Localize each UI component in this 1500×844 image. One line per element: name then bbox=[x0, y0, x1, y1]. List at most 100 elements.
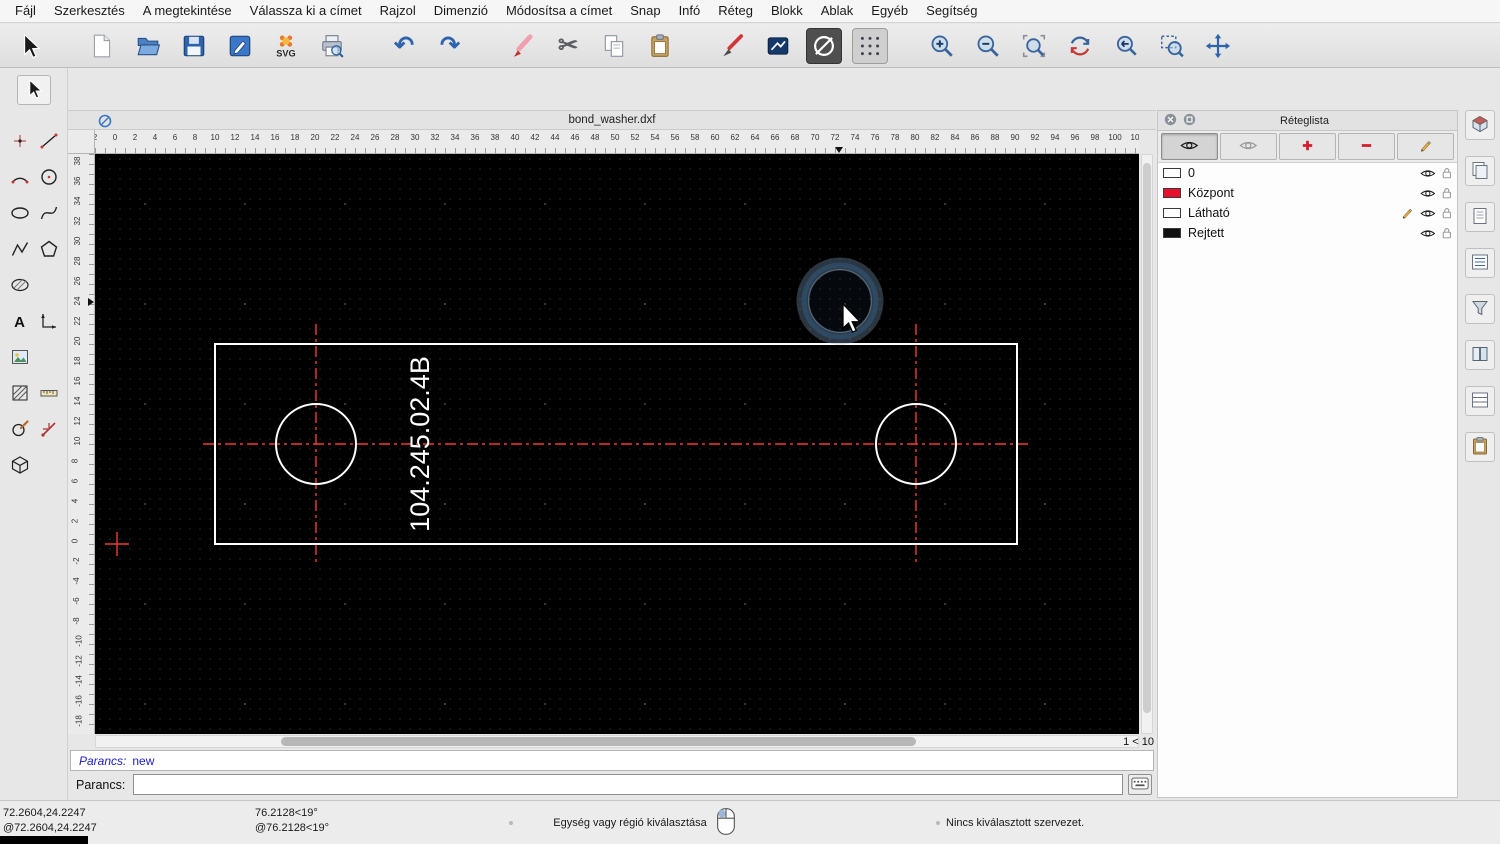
dock-filter-widget-button[interactable] bbox=[1465, 294, 1495, 324]
menu-egyeb[interactable]: Egyéb bbox=[862, 0, 917, 22]
layer-row-kozpont[interactable]: Központ bbox=[1158, 183, 1457, 203]
menu-szerkesztes[interactable]: Szerkesztés bbox=[45, 0, 134, 22]
tool-image-button[interactable] bbox=[6, 344, 33, 372]
dock-clipboard-widget-button[interactable] bbox=[1465, 432, 1495, 462]
dock-page-widget-button[interactable] bbox=[1465, 202, 1495, 232]
layer-lock-icon[interactable] bbox=[1442, 167, 1452, 179]
tool-block-button[interactable] bbox=[6, 452, 33, 480]
toolbar-edit-drawing-button[interactable] bbox=[222, 28, 258, 64]
layer-visibility-icon[interactable] bbox=[1420, 208, 1436, 219]
tool-point-button[interactable] bbox=[6, 128, 33, 156]
tool-spline-button[interactable] bbox=[35, 200, 62, 228]
toolbar-redo-button[interactable]: ↷ bbox=[432, 28, 468, 64]
menu-modositas[interactable]: Módosítsa a címet bbox=[497, 0, 621, 22]
toolbar-open-button[interactable] bbox=[130, 28, 166, 64]
toolbar-delete-button[interactable] bbox=[504, 28, 540, 64]
toolbar-zoom-in-button[interactable] bbox=[924, 28, 960, 64]
layer-row-0[interactable]: 0 bbox=[1158, 163, 1457, 183]
menu-dimenzio[interactable]: Dimenzió bbox=[425, 0, 497, 22]
layer-lock-icon[interactable] bbox=[1442, 207, 1452, 219]
keyboard-toggle-button[interactable] bbox=[1128, 774, 1152, 795]
layer-row-rejtett[interactable]: Rejtett bbox=[1158, 223, 1457, 243]
menu-ablak[interactable]: Ablak bbox=[812, 0, 863, 22]
vscrollbar-thumb[interactable] bbox=[1143, 163, 1151, 713]
toolbar-pen-button[interactable] bbox=[714, 28, 750, 64]
layer-color-swatch bbox=[1163, 188, 1181, 198]
toolbar-copy-button[interactable] bbox=[596, 28, 632, 64]
toolbar-undo-button[interactable]: ↶ bbox=[386, 28, 422, 64]
toolbar-select-button[interactable] bbox=[12, 28, 48, 64]
menu-reteg[interactable]: Réteg bbox=[709, 0, 762, 22]
dock-list-widget-button[interactable] bbox=[1465, 248, 1495, 278]
menu-fajl[interactable]: Fájl bbox=[6, 0, 45, 22]
menu-segitseg[interactable]: Segítség bbox=[917, 0, 986, 22]
zoomprev-icon bbox=[1113, 33, 1139, 59]
tool-modify-button[interactable] bbox=[6, 416, 33, 444]
layer-visibility-icon[interactable] bbox=[1420, 188, 1436, 199]
layer-add-layer-button[interactable] bbox=[1279, 133, 1336, 160]
layer-remove-layer-button[interactable] bbox=[1338, 133, 1395, 160]
dimension-icon bbox=[39, 311, 59, 334]
toolbar-zoom-pan-button[interactable] bbox=[1200, 28, 1236, 64]
menu-snap[interactable]: Snap bbox=[621, 0, 669, 22]
canvas-vscrollbar[interactable] bbox=[1141, 154, 1153, 734]
toolbar-zoom-window-button[interactable] bbox=[1154, 28, 1190, 64]
tool-polygon-button[interactable] bbox=[35, 236, 62, 264]
toolbar-new-button[interactable] bbox=[84, 28, 120, 64]
tool-hatch-button[interactable] bbox=[6, 380, 33, 408]
layer-visibility-icon[interactable] bbox=[1420, 168, 1436, 179]
toolbar-attributes-button[interactable] bbox=[760, 28, 796, 64]
menu-megtekintes[interactable]: A megtekintése bbox=[134, 0, 241, 22]
toolbar-group-undo: ↶ ↷ bbox=[386, 28, 478, 64]
tool-ellipse-button[interactable] bbox=[6, 200, 33, 228]
menu-blokk[interactable]: Blokk bbox=[762, 0, 812, 22]
menu-info[interactable]: Infó bbox=[670, 0, 710, 22]
layer-lock-icon[interactable] bbox=[1442, 187, 1452, 199]
layer-edit-icon[interactable] bbox=[1401, 207, 1413, 219]
layer-panel-float-button[interactable] bbox=[1182, 113, 1196, 128]
ruler-h-label: 74 bbox=[850, 133, 860, 142]
toolbar-zoom-previous-button[interactable] bbox=[1108, 28, 1144, 64]
layer-lock-icon[interactable] bbox=[1442, 227, 1452, 239]
tool-arc-button[interactable] bbox=[6, 164, 33, 192]
menu-kivalasztas[interactable]: Válassza ki a címet bbox=[241, 0, 371, 22]
toolbar-snap-grid-button[interactable] bbox=[852, 27, 888, 64]
toolbar-paste-button[interactable] bbox=[642, 28, 678, 64]
toolbar-zoom-redraw-button[interactable] bbox=[1062, 28, 1098, 64]
toolbar-zoom-auto-button[interactable] bbox=[1016, 28, 1052, 64]
drawing-canvas[interactable]: 104.245.02.4B bbox=[95, 154, 1139, 734]
ruler-h-label: 10 bbox=[1130, 133, 1139, 142]
toolbar-print-preview-button[interactable] bbox=[314, 28, 350, 64]
tool-info-button[interactable] bbox=[35, 416, 62, 444]
toolbar-save-button[interactable] bbox=[176, 28, 212, 64]
hscrollbar-thumb[interactable] bbox=[281, 737, 916, 746]
dock-block-widget-button[interactable] bbox=[1465, 110, 1495, 140]
layer-show-inactive-layers-button[interactable] bbox=[1220, 133, 1277, 160]
eye-icon bbox=[1180, 139, 1199, 155]
layer-visibility-icon[interactable] bbox=[1420, 228, 1436, 239]
tool-region-button[interactable] bbox=[6, 272, 33, 300]
dock-rows-widget-button[interactable] bbox=[1465, 386, 1495, 416]
tool-dimension-button[interactable] bbox=[35, 308, 62, 336]
layer-panel-close-button[interactable] bbox=[1163, 113, 1177, 128]
tool-polyline-button[interactable] bbox=[6, 236, 33, 264]
toolbar-ellipse-tool-button[interactable] bbox=[806, 27, 842, 64]
menu-rajzol[interactable]: Rajzol bbox=[371, 0, 425, 22]
tool-select-button[interactable] bbox=[17, 75, 51, 105]
command-widget: Parancs: new Parancs: bbox=[70, 750, 1154, 798]
command-input[interactable] bbox=[133, 774, 1123, 795]
toolbar-zoom-out-button[interactable] bbox=[970, 28, 1006, 64]
ruler-h-label: 26 bbox=[370, 133, 380, 142]
tool-circle-button[interactable] bbox=[35, 164, 62, 192]
dock-pages-widget-button[interactable] bbox=[1465, 156, 1495, 186]
canvas-hscrollbar[interactable] bbox=[95, 735, 1139, 748]
layer-show-all-layers-button[interactable] bbox=[1161, 133, 1218, 160]
layer-edit-layer-button[interactable] bbox=[1397, 133, 1454, 160]
toolbar-export-svg-button[interactable]: SVG bbox=[268, 28, 304, 64]
dock-library-widget-button[interactable] bbox=[1465, 340, 1495, 370]
layer-row-lathato[interactable]: Látható bbox=[1158, 203, 1457, 223]
tool-measure-button[interactable] bbox=[35, 380, 62, 408]
tool-line-button[interactable] bbox=[35, 128, 62, 156]
tool-text-button[interactable]: A bbox=[6, 308, 33, 336]
toolbar-cut-button[interactable]: ✂ bbox=[550, 28, 586, 64]
